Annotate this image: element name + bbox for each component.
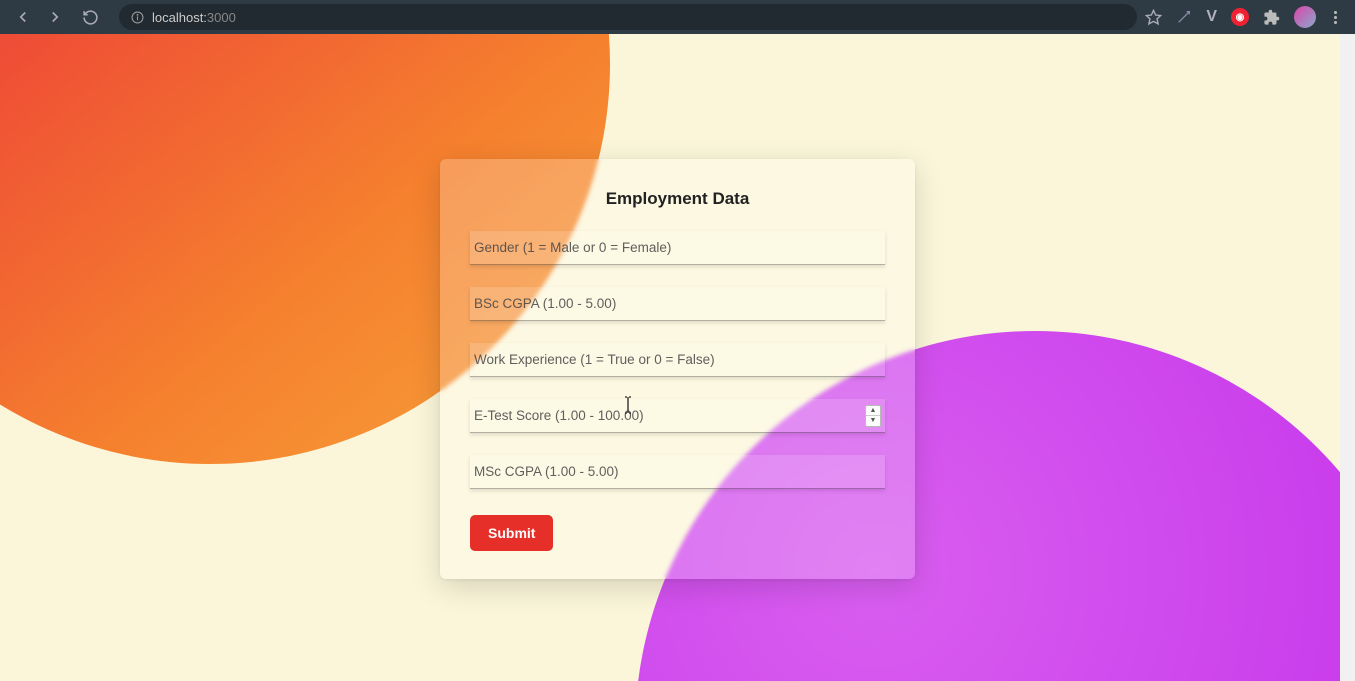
input-wrap [470, 343, 885, 377]
reload-button[interactable] [82, 9, 99, 26]
field-msc-cgpa [470, 455, 885, 489]
browser-toolbar: localhost:3000 V ◉ [0, 0, 1355, 34]
page-content: Employment Data ▲ ▼ [0, 34, 1355, 681]
stepper-up-icon[interactable]: ▲ [866, 406, 880, 417]
input-wrap [470, 287, 885, 321]
number-stepper[interactable]: ▲ ▼ [865, 405, 881, 427]
url-text: localhost:3000 [152, 10, 236, 25]
field-work-experience [470, 343, 885, 377]
field-etest-score: ▲ ▼ [470, 399, 885, 433]
form-title: Employment Data [470, 189, 885, 209]
msc-cgpa-input[interactable] [474, 458, 881, 485]
field-gender [470, 231, 885, 265]
input-wrap [470, 231, 885, 265]
url-host: localhost: [152, 10, 207, 25]
stepper-down-icon[interactable]: ▼ [866, 416, 880, 426]
url-port: 3000 [207, 10, 236, 25]
scrollbar[interactable] [1340, 34, 1355, 681]
bookmark-star-icon[interactable] [1145, 9, 1162, 26]
extensions-icon[interactable] [1263, 9, 1280, 26]
info-icon [131, 11, 144, 24]
extension-v-icon[interactable]: V [1206, 8, 1217, 26]
address-bar[interactable]: localhost:3000 [119, 4, 1137, 30]
extension-icon-1[interactable] [1176, 9, 1192, 25]
employment-form-card: Employment Data ▲ ▼ [440, 159, 915, 579]
back-button[interactable] [14, 8, 32, 26]
extension-badge-icon[interactable]: ◉ [1231, 8, 1249, 26]
forward-button[interactable] [46, 8, 64, 26]
etest-score-input[interactable] [474, 402, 865, 429]
field-bsc-cgpa [470, 287, 885, 321]
gender-input[interactable] [474, 234, 881, 261]
chrome-right: V ◉ [1145, 6, 1347, 28]
submit-button[interactable]: Submit [470, 515, 553, 551]
input-wrap [470, 455, 885, 489]
profile-avatar[interactable] [1294, 6, 1316, 28]
work-experience-input[interactable] [474, 346, 881, 373]
nav-buttons [8, 8, 105, 26]
input-wrap: ▲ ▼ [470, 399, 885, 433]
more-menu-icon[interactable] [1330, 11, 1341, 24]
bsc-cgpa-input[interactable] [474, 290, 881, 317]
